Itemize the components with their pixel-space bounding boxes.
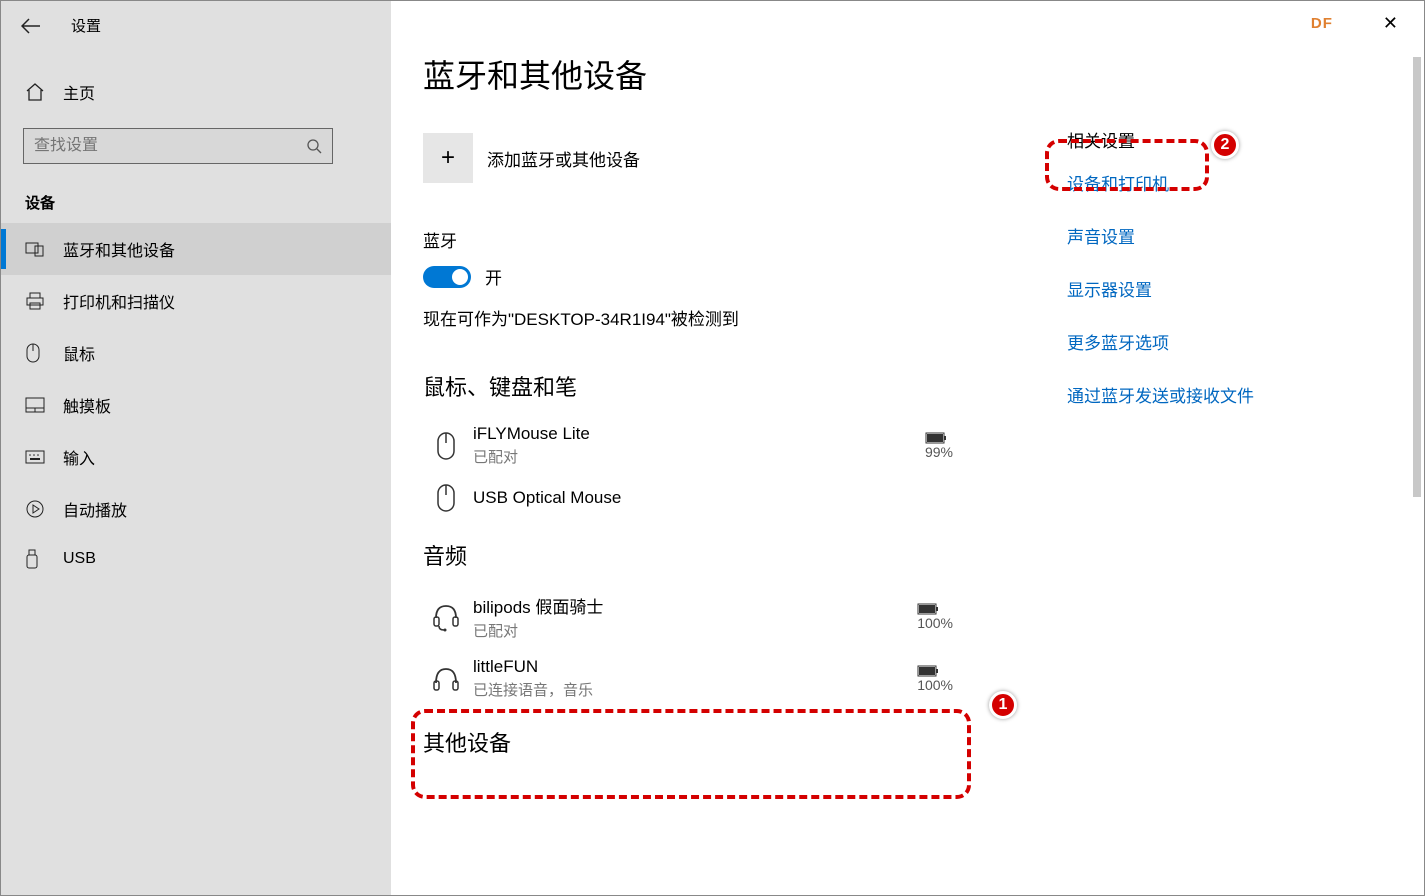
link-display[interactable]: 显示器设置 xyxy=(1067,276,1254,301)
headphones-icon xyxy=(425,665,467,693)
home-label: 主页 xyxy=(63,80,95,104)
device-status: 已配对 xyxy=(473,620,917,641)
battery-icon xyxy=(925,432,953,444)
link-sound[interactable]: 声音设置 xyxy=(1067,223,1254,248)
autoplay-icon xyxy=(25,499,45,519)
touchpad-icon xyxy=(25,397,45,413)
close-icon[interactable]: ✕ xyxy=(1373,9,1408,38)
battery-percent: 100% xyxy=(917,615,953,631)
devices-icon xyxy=(25,241,45,257)
nav-typing[interactable]: 输入 xyxy=(1,431,391,483)
nav-label: 输入 xyxy=(63,445,95,469)
nav-label: 自动播放 xyxy=(63,497,127,521)
nav-label: 触摸板 xyxy=(63,393,111,417)
nav-touchpad[interactable]: 触摸板 xyxy=(1,379,391,431)
home-icon xyxy=(25,83,45,101)
nav-label: 打印机和扫描仪 xyxy=(63,289,175,313)
nav-label: 蓝牙和其他设备 xyxy=(63,237,175,261)
plus-icon: + xyxy=(423,133,473,183)
page-title: 蓝牙和其他设备 xyxy=(423,51,1063,97)
add-device-button[interactable]: + 添加蓝牙或其他设备 xyxy=(423,133,1063,183)
printer-icon xyxy=(25,292,45,310)
home-nav[interactable]: 主页 xyxy=(1,70,391,114)
nav-usb[interactable]: USB xyxy=(1,535,391,583)
bluetooth-toggle[interactable] xyxy=(423,266,471,288)
category-title: 设备 xyxy=(1,172,391,223)
annotation-2-badge: 2 xyxy=(1211,131,1239,159)
headset-icon xyxy=(425,602,467,632)
discoverable-text: 现在可作为"DESKTOP-34R1I94"被检测到 xyxy=(423,305,1063,330)
nav-autoplay[interactable]: 自动播放 xyxy=(1,483,391,535)
device-iflymouse[interactable]: iFLYMouse Lite 已配对 99% xyxy=(423,416,963,475)
search-input-wrapper[interactable] xyxy=(23,128,333,164)
account-badge[interactable]: DF xyxy=(1311,15,1333,32)
device-name: bilipods 假面骑士 xyxy=(473,593,917,618)
usb-icon xyxy=(25,549,45,569)
main-content: DF ✕ 蓝牙和其他设备 + 添加蓝牙或其他设备 蓝牙 开 现在可作为"DESK… xyxy=(391,1,1424,895)
toggle-state: 开 xyxy=(485,264,502,289)
nav-label: USB xyxy=(63,550,96,568)
device-bilipods[interactable]: bilipods 假面骑士 已配对 100% xyxy=(423,585,963,649)
device-littlefun[interactable]: littleFUN 已连接语音，音乐 100% xyxy=(423,649,963,708)
mouse-icon xyxy=(425,483,467,513)
link-bluetooth-transfer[interactable]: 通过蓝牙发送或接收文件 xyxy=(1067,382,1254,407)
device-usb-mouse[interactable]: USB Optical Mouse xyxy=(423,475,963,521)
link-devices-printers[interactable]: 设备和打印机 xyxy=(1067,170,1254,195)
annotation-1-badge: 1 xyxy=(989,691,1017,719)
group-title-other: 其他设备 xyxy=(423,726,1063,758)
group-title-audio: 音频 xyxy=(423,539,1063,571)
sidebar: 设置 主页 设备 蓝牙和其他设备 打印机和扫描仪 鼠标 xyxy=(1,1,391,895)
keyboard-icon xyxy=(25,450,45,464)
battery-percent: 99% xyxy=(925,444,953,460)
bluetooth-label: 蓝牙 xyxy=(423,227,1063,252)
mouse-icon xyxy=(425,431,467,461)
group-title-input: 鼠标、键盘和笔 xyxy=(423,370,1063,402)
search-input[interactable] xyxy=(34,137,306,155)
nav-bluetooth[interactable]: 蓝牙和其他设备 xyxy=(1,223,391,275)
battery-icon xyxy=(917,603,953,615)
nav-printers[interactable]: 打印机和扫描仪 xyxy=(1,275,391,327)
nav-label: 鼠标 xyxy=(63,341,95,365)
search-icon xyxy=(306,138,322,154)
device-status: 已连接语音，音乐 xyxy=(473,679,917,700)
link-more-bluetooth[interactable]: 更多蓝牙选项 xyxy=(1067,329,1254,354)
battery-icon xyxy=(917,665,953,677)
scrollbar[interactable] xyxy=(1413,57,1421,497)
device-name: USB Optical Mouse xyxy=(473,488,953,508)
add-device-label: 添加蓝牙或其他设备 xyxy=(487,146,640,171)
device-name: littleFUN xyxy=(473,657,917,677)
device-name: iFLYMouse Lite xyxy=(473,424,925,444)
device-status: 已配对 xyxy=(473,446,925,467)
back-arrow-icon[interactable] xyxy=(21,18,41,34)
nav-mouse[interactable]: 鼠标 xyxy=(1,327,391,379)
mouse-icon xyxy=(25,343,45,363)
battery-percent: 100% xyxy=(917,677,953,693)
window-title: 设置 xyxy=(71,15,101,36)
